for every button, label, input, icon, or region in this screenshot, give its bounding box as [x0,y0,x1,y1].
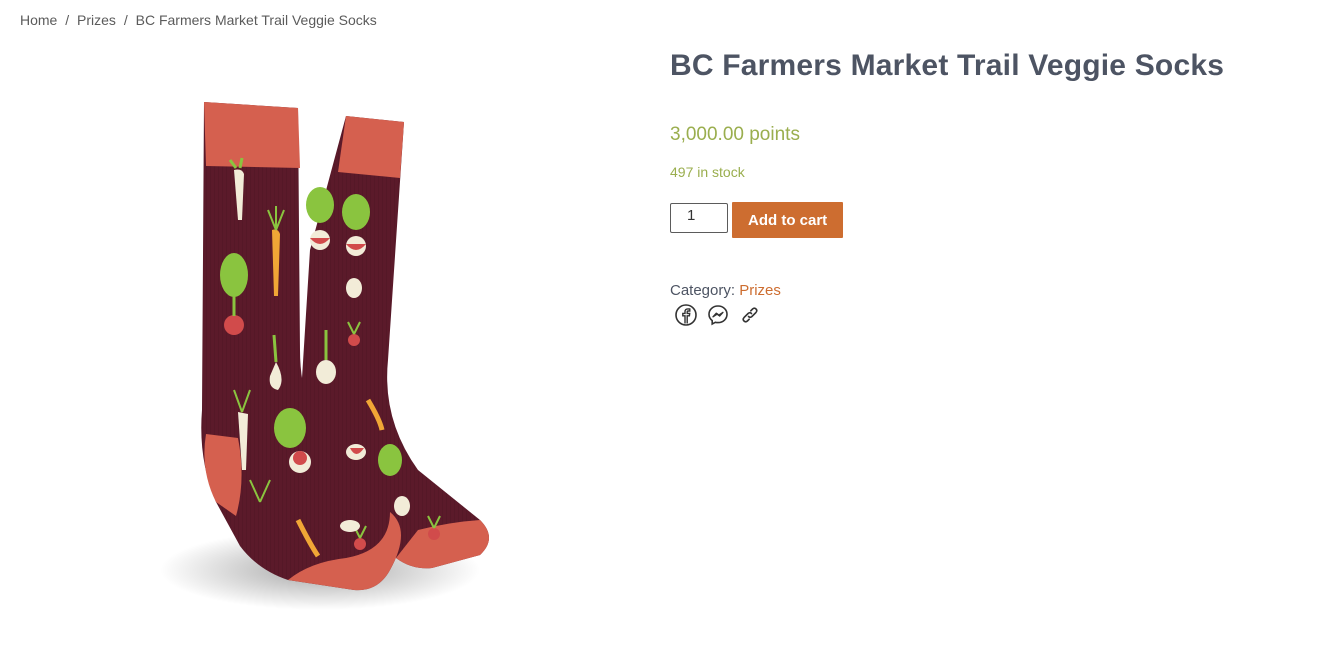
breadcrumb-current: BC Farmers Market Trail Veggie Socks [135,12,377,28]
product-image[interactable] [150,50,530,620]
messenger-icon[interactable] [706,303,730,327]
breadcrumb-separator: / [123,12,128,28]
product-meta: Category: Prizes [670,282,1310,299]
stock-status: 497 in stock [670,164,745,180]
breadcrumb-separator: / [65,12,70,28]
breadcrumb-prizes-link[interactable]: Prizes [77,12,116,28]
share-buttons [670,303,1310,327]
category-label: Category: [670,282,736,299]
breadcrumb: Home / Prizes / BC Farmers Market Trail … [20,12,377,28]
add-to-cart-button[interactable]: Add to cart [732,202,844,238]
facebook-icon[interactable] [674,303,698,327]
product-price: 3,000.00 points [670,124,800,145]
add-to-cart-form: 1 Add to cart [670,198,1310,238]
category-link[interactable]: Prizes [739,282,781,299]
product-title: BC Farmers Market Trail Veggie Socks [670,49,1225,82]
product-summary: BC Farmers Market Trail Veggie Socks 3,0… [670,44,1310,327]
product-page: Home / Prizes / BC Farmers Market Trail … [0,0,1338,662]
veggie-socks-illustration [160,102,489,610]
quantity-input[interactable]: 1 [670,203,728,233]
link-icon[interactable] [738,303,762,327]
breadcrumb-home-link[interactable]: Home [20,12,57,28]
